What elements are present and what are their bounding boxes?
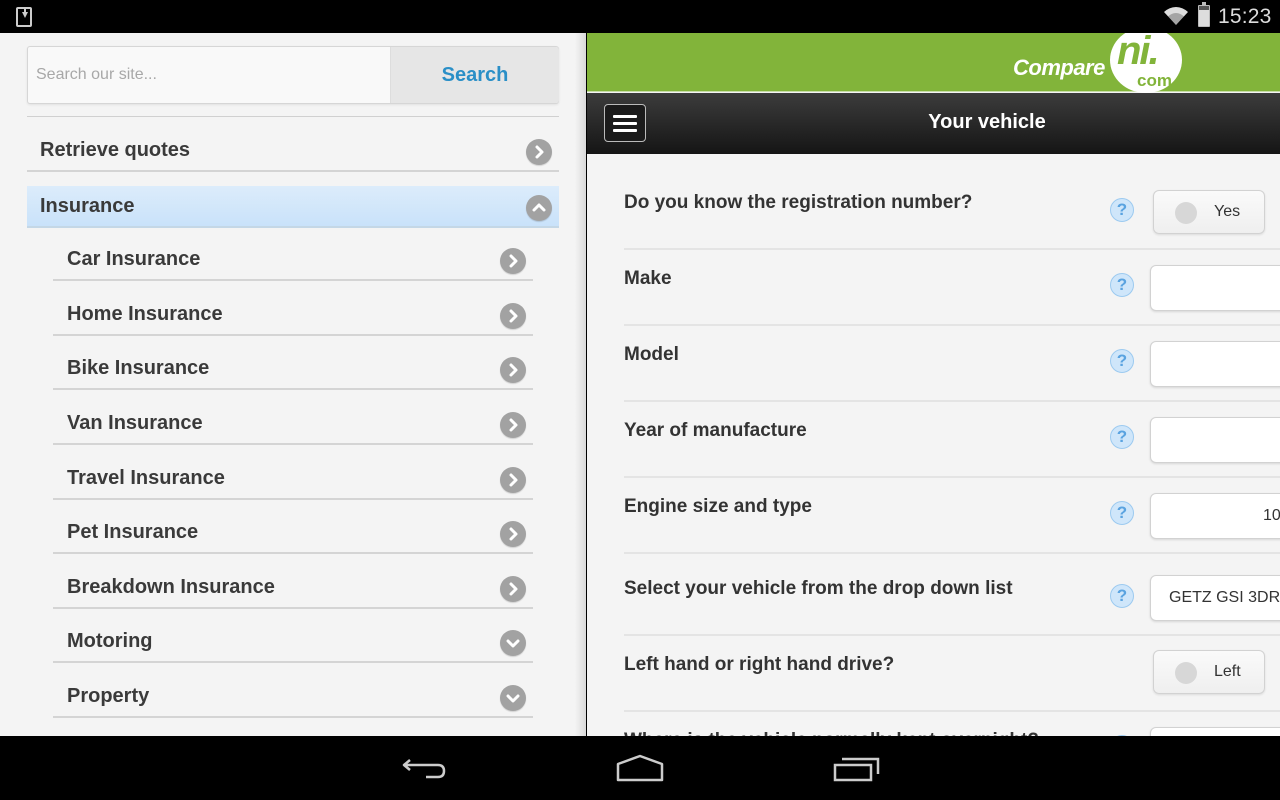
status-bar: 15:23 bbox=[0, 0, 1280, 33]
chevron-up-icon bbox=[526, 195, 552, 221]
question-registration-known: Do you know the registration number? ? Y… bbox=[624, 154, 1280, 250]
battery-charging-icon bbox=[1198, 2, 1210, 27]
page-title: Your vehicle bbox=[928, 111, 1046, 133]
help-icon[interactable]: ? bbox=[1110, 198, 1134, 222]
chevron-right-icon bbox=[500, 303, 526, 329]
question-model: Model ? bbox=[624, 326, 1280, 402]
chevron-down-icon bbox=[500, 630, 526, 656]
question-label: Model bbox=[624, 344, 679, 365]
overnight-location-select[interactable] bbox=[1150, 727, 1280, 736]
question-year: Year of manufacture ? bbox=[624, 402, 1280, 478]
panel-shadow bbox=[575, 33, 587, 736]
sidebar-item-label: Bike Insurance bbox=[67, 356, 210, 379]
main-panel: Compare ni. com Your vehicle Do you know… bbox=[587, 33, 1280, 736]
chevron-down-icon bbox=[500, 685, 526, 711]
sidebar-item-label: Motoring bbox=[67, 629, 153, 652]
header-bar: Your vehicle bbox=[587, 93, 1280, 154]
sidebar-item-label: Insurance bbox=[40, 194, 135, 217]
sidebar-item-car-insurance[interactable]: Car Insurance bbox=[53, 239, 533, 281]
vehicle-select[interactable]: GETZ GSI 3DR bbox=[1150, 575, 1280, 621]
sidebar-item-travel-insurance[interactable]: Travel Insurance bbox=[53, 458, 533, 500]
question-make: Make ? H bbox=[624, 250, 1280, 326]
toggle-knob bbox=[1175, 662, 1197, 684]
toggle-label: Left bbox=[1214, 663, 1241, 680]
sidebar-item-label: Pet Insurance bbox=[67, 520, 199, 543]
chevron-right-icon bbox=[500, 412, 526, 438]
question-drive-side: Left hand or right hand drive? Left bbox=[624, 636, 1280, 712]
drive-side-toggle[interactable]: Left bbox=[1153, 650, 1265, 694]
chevron-right-icon bbox=[500, 357, 526, 383]
question-engine: Engine size and type ? 108 bbox=[624, 478, 1280, 554]
chevron-right-icon bbox=[526, 139, 552, 165]
sidebar-item-label: Travel Insurance bbox=[67, 466, 225, 489]
sidebar-item-van-insurance[interactable]: Van Insurance bbox=[53, 403, 533, 445]
question-select-vehicle: Select your vehicle from the drop down l… bbox=[624, 554, 1280, 636]
chevron-right-icon bbox=[500, 576, 526, 602]
home-icon[interactable] bbox=[614, 754, 666, 784]
logo-com-text: com bbox=[1137, 71, 1172, 90]
sidebar-item-motoring[interactable]: Motoring bbox=[53, 621, 533, 663]
sidebar-item-label: Van Insurance bbox=[67, 411, 203, 434]
sidebar-item-insurance[interactable]: Insurance bbox=[27, 186, 559, 228]
search-box: Search bbox=[27, 46, 559, 104]
search-input[interactable] bbox=[28, 47, 390, 103]
chevron-right-icon bbox=[500, 248, 526, 274]
compareni-logo[interactable]: Compare ni. com bbox=[1013, 33, 1193, 93]
divider bbox=[27, 116, 559, 117]
sidebar-item-label: Property bbox=[67, 684, 150, 707]
sidebar-item-home-insurance[interactable]: Home Insurance bbox=[53, 294, 533, 336]
question-label: Make bbox=[624, 268, 672, 289]
sidebar-menu: Search Retrieve quotes Insurance Car Ins… bbox=[0, 33, 586, 736]
year-input[interactable] bbox=[1150, 417, 1280, 463]
sidebar-item-label: Breakdown Insurance bbox=[67, 575, 275, 598]
chevron-right-icon bbox=[500, 521, 526, 547]
logo-compare-text: Compare bbox=[1013, 55, 1105, 80]
help-icon[interactable]: ? bbox=[1110, 501, 1134, 525]
sidebar-item-breakdown-insurance[interactable]: Breakdown Insurance bbox=[53, 567, 533, 609]
recent-apps-icon[interactable] bbox=[832, 754, 882, 784]
navigation-bar bbox=[0, 736, 1280, 800]
clock: 15:23 bbox=[1218, 5, 1272, 28]
question-label: Left hand or right hand drive? bbox=[624, 654, 895, 675]
help-icon[interactable]: ? bbox=[1110, 349, 1134, 373]
question-label: Do you know the registration number? bbox=[624, 192, 973, 213]
chevron-right-icon bbox=[500, 467, 526, 493]
question-label: Year of manufacture bbox=[624, 420, 807, 441]
registration-known-toggle[interactable]: Yes bbox=[1153, 190, 1265, 234]
engine-input[interactable]: 108 bbox=[1150, 493, 1280, 539]
sidebar-item-retrieve-quotes[interactable]: Retrieve quotes bbox=[27, 130, 559, 172]
sidebar-item-label: Car Insurance bbox=[67, 247, 201, 270]
toggle-label: Yes bbox=[1214, 203, 1241, 220]
sidebar-item-bike-insurance[interactable]: Bike Insurance bbox=[53, 348, 533, 390]
question-overnight-location: Where is the vehicle normally kept overn… bbox=[624, 712, 1280, 736]
question-label: Engine size and type bbox=[624, 496, 812, 517]
logo-ni-text: ni. bbox=[1117, 33, 1160, 73]
sidebar-item-label: Home Insurance bbox=[67, 302, 223, 325]
download-notification-icon[interactable] bbox=[16, 7, 32, 27]
model-input[interactable] bbox=[1150, 341, 1280, 387]
question-label: Select your vehicle from the drop down l… bbox=[624, 578, 1013, 599]
toggle-knob bbox=[1175, 202, 1197, 224]
wifi-icon bbox=[1164, 7, 1188, 25]
brand-bar: Compare ni. com bbox=[587, 33, 1280, 93]
sidebar-item-label: Retrieve quotes bbox=[40, 138, 191, 161]
sidebar-item-property[interactable]: Property bbox=[53, 676, 533, 718]
search-button[interactable]: Search bbox=[390, 47, 559, 103]
help-icon[interactable]: ? bbox=[1110, 425, 1134, 449]
make-input[interactable]: H bbox=[1150, 265, 1280, 311]
sidebar-item-pet-insurance[interactable]: Pet Insurance bbox=[53, 512, 533, 554]
help-icon[interactable]: ? bbox=[1110, 584, 1134, 608]
help-icon[interactable]: ? bbox=[1110, 273, 1134, 297]
hamburger-menu-icon[interactable] bbox=[604, 104, 646, 142]
back-icon[interactable] bbox=[400, 754, 448, 784]
